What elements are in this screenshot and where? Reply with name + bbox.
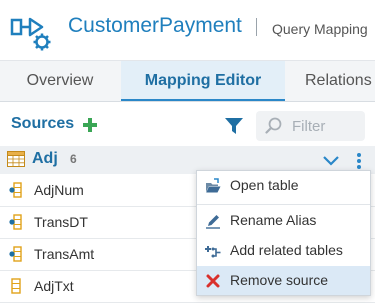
- table-icon: [7, 151, 25, 167]
- field-name: TransDT: [34, 214, 88, 230]
- tab-overview[interactable]: Overview: [0, 61, 120, 101]
- menu-item-add-related-tables[interactable]: Add related tables: [197, 236, 370, 265]
- tab-mapping-editor[interactable]: Mapping Editor: [121, 61, 285, 101]
- key-field-icon: [9, 214, 22, 230]
- breadcrumb: Query Mapping: [272, 21, 368, 37]
- menu-item-open-table[interactable]: Open table: [197, 171, 370, 200]
- search-icon: [265, 117, 282, 134]
- filter-field[interactable]: [256, 111, 365, 141]
- kebab-menu-icon[interactable]: [355, 152, 363, 170]
- source-context-menu: Open table Rename Alias Add related tabl…: [196, 170, 371, 296]
- app-header: CustomerPayment Query Mapping: [0, 0, 375, 61]
- sources-heading: Sources: [11, 115, 75, 132]
- table-name: Adj: [32, 150, 58, 167]
- filter-input[interactable]: [292, 111, 362, 141]
- column-field-icon: [11, 278, 21, 294]
- key-field-icon: [9, 182, 22, 198]
- menu-label: Rename Alias: [230, 212, 317, 228]
- field-count-badge: 6: [70, 152, 77, 166]
- open-folder-icon: [206, 178, 221, 193]
- menu-label: Add related tables: [230, 242, 343, 258]
- sources-toolbar: Sources: [0, 102, 375, 146]
- page-title: CustomerPayment: [68, 14, 242, 37]
- remove-x-icon: [206, 274, 220, 288]
- query-mapping-icon: [10, 17, 51, 51]
- field-name: AdjNum: [34, 182, 84, 198]
- add-source-icon[interactable]: [82, 117, 98, 133]
- field-name: TransAmt: [34, 246, 95, 262]
- chevron-down-icon[interactable]: [322, 155, 340, 167]
- menu-item-remove-source[interactable]: Remove source: [197, 266, 370, 295]
- field-name: AdjTxt: [34, 278, 74, 294]
- title-divider: [256, 18, 257, 36]
- funnel-filter-icon[interactable]: [224, 116, 244, 136]
- key-field-icon: [9, 246, 22, 262]
- menu-item-rename-alias[interactable]: Rename Alias: [197, 206, 370, 235]
- add-relation-icon: [205, 246, 221, 258]
- tab-bar: Overview Mapping Editor Relations: [0, 61, 375, 102]
- tab-relations[interactable]: Relations: [305, 61, 375, 101]
- pencil-icon: [206, 215, 220, 229]
- menu-label: Remove source: [230, 272, 329, 288]
- menu-label: Open table: [230, 177, 299, 193]
- menu-divider: [197, 204, 370, 205]
